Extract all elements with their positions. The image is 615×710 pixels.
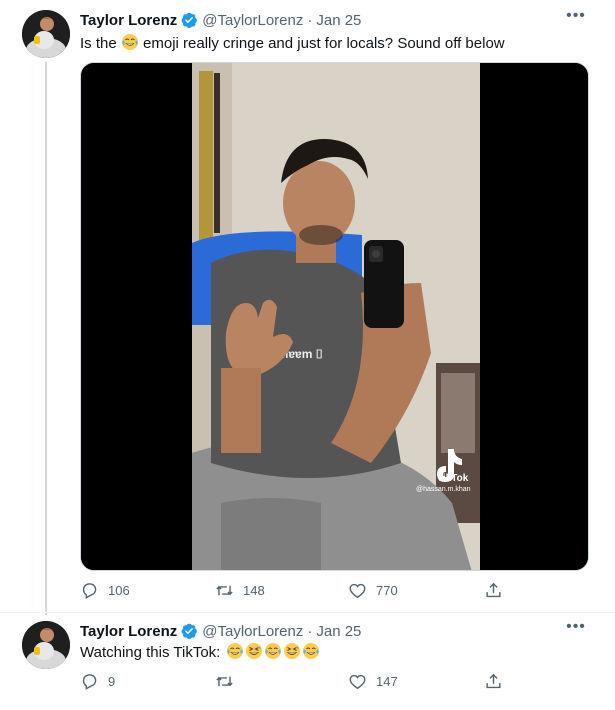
face-with-tears-of-joy-icon xyxy=(302,642,320,666)
retweet-button[interactable]: 148 xyxy=(215,580,265,600)
video-player[interactable]: ᴎɐɐm ⌷ TikTok @hassan.m.khan xyxy=(80,62,589,571)
tweet-2[interactable]: Taylor Lorenz @TaylorLorenz · Jan 25 •••… xyxy=(0,612,615,710)
like-count: 770 xyxy=(376,582,398,598)
tweet-header: Taylor Lorenz @TaylorLorenz · Jan 25 xyxy=(80,621,361,641)
tweet-header: Taylor Lorenz @TaylorLorenz · Jan 25 xyxy=(80,10,361,30)
author-handle[interactable]: @TaylorLorenz xyxy=(202,623,303,640)
heart-icon xyxy=(349,583,366,598)
face-with-tears-of-joy-icon xyxy=(264,642,282,666)
tweet-actions: 9 147 xyxy=(80,671,510,691)
tweet-date[interactable]: Jan 25 xyxy=(316,623,361,640)
separator-dot: · xyxy=(307,11,313,29)
tweet-text-part-1: Is the xyxy=(80,35,117,52)
heart-icon xyxy=(349,674,366,689)
retweet-icon xyxy=(216,585,233,595)
author-name[interactable]: Taylor Lorenz xyxy=(80,12,177,29)
like-button[interactable]: 770 xyxy=(348,580,398,600)
retweet-icon xyxy=(216,676,233,686)
verified-badge-icon xyxy=(180,11,198,29)
author-handle[interactable]: @TaylorLorenz xyxy=(202,12,303,29)
share-button[interactable] xyxy=(484,580,503,600)
tweet-actions: 106 148 770 xyxy=(80,580,510,600)
more-icon[interactable]: ••• xyxy=(565,619,587,641)
emoji-sequence xyxy=(225,643,320,661)
retweet-button[interactable] xyxy=(215,671,243,691)
like-button[interactable]: 147 xyxy=(348,671,398,691)
verified-badge-icon xyxy=(180,622,198,640)
tweet-text-content: Watching this TikTok: xyxy=(80,644,221,661)
more-icon[interactable]: ••• xyxy=(565,8,587,30)
reply-button[interactable]: 9 xyxy=(80,671,115,691)
grinning-squinting-face-icon xyxy=(245,642,263,666)
share-icon xyxy=(486,673,501,688)
tweet-text: Is the emoji really cringe and just for … xyxy=(80,33,505,57)
face-with-tears-of-joy-icon xyxy=(121,33,139,57)
retweet-count: 148 xyxy=(243,582,265,598)
tiktok-watermark-brand: TikTok xyxy=(437,473,469,484)
tweet-text-part-2: emoji really cringe and just for locals?… xyxy=(143,35,505,52)
reply-count: 9 xyxy=(108,673,116,689)
tweet-date[interactable]: Jan 25 xyxy=(316,12,361,29)
author-name[interactable]: Taylor Lorenz xyxy=(80,623,177,640)
tiktok-watermark-handle: @hassan.m.khan xyxy=(416,486,471,493)
tweet-text: Watching this TikTok: xyxy=(80,642,320,666)
video-frame: ᴎɐɐm ⌷ TikTok @hassan.m.khan xyxy=(192,63,480,570)
avatar[interactable] xyxy=(22,10,70,58)
reply-icon xyxy=(82,582,97,599)
reply-count: 106 xyxy=(108,582,130,598)
avatar[interactable] xyxy=(22,621,70,669)
grinning-squinting-face-icon xyxy=(283,642,301,666)
like-count: 147 xyxy=(376,673,398,689)
tweet-1[interactable]: Taylor Lorenz @TaylorLorenz · Jan 25 •••… xyxy=(0,0,615,612)
separator-dot: · xyxy=(307,622,313,640)
face-with-tears-of-joy-icon xyxy=(226,642,244,666)
share-icon xyxy=(486,582,501,597)
share-button[interactable] xyxy=(484,671,503,691)
reply-icon xyxy=(82,673,97,690)
reply-button[interactable]: 106 xyxy=(80,580,130,600)
